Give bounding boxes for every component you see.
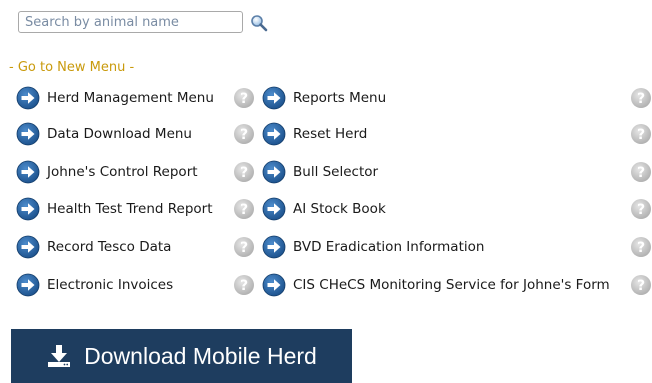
menu-link-label: AI Stock Book (293, 201, 386, 217)
help-question-icon[interactable] (233, 198, 255, 220)
arrow-right-circle-icon (262, 160, 286, 184)
help-question-icon[interactable] (630, 123, 652, 145)
menu-link-label: Reports Menu (293, 90, 387, 106)
help-question-icon[interactable] (630, 274, 652, 296)
arrow-right-circle-icon (16, 160, 40, 184)
arrow-right-circle-icon (262, 235, 286, 259)
menu-link-label: Electronic Invoices (47, 277, 174, 293)
menu-link-johnes-control[interactable]: Johne's Control Report (16, 160, 198, 184)
search-input[interactable] (18, 11, 243, 33)
menu-heading: - Go to New Menu - (9, 60, 135, 75)
help-question-icon[interactable] (630, 161, 652, 183)
arrow-right-circle-icon (262, 273, 286, 297)
menu-link-health-test-trend[interactable]: Health Test Trend Report (16, 197, 213, 221)
arrow-right-circle-icon (16, 273, 40, 297)
menu-link-data-download[interactable]: Data Download Menu (16, 122, 192, 146)
help-question-icon[interactable] (233, 123, 255, 145)
arrow-right-circle-icon (16, 122, 40, 146)
menu-link-label: CIS CHeCS Monitoring Service for Johne's… (293, 277, 610, 293)
help-question-icon[interactable] (233, 274, 255, 296)
download-icon (48, 345, 71, 367)
help-question-icon[interactable] (233, 87, 255, 109)
menu-link-electronic-invoices[interactable]: Electronic Invoices (16, 273, 173, 297)
menu-link-bvd-eradication[interactable]: BVD Eradication Information (262, 235, 484, 259)
menu-link-label: Herd Management Menu (47, 90, 214, 106)
menu-link-label: Reset Herd (293, 126, 368, 142)
menu-link-record-tesco[interactable]: Record Tesco Data (16, 235, 171, 259)
search-icon[interactable] (250, 14, 268, 32)
menu-link-reports[interactable]: Reports Menu (262, 86, 386, 110)
help-question-icon[interactable] (630, 87, 652, 109)
arrow-right-circle-icon (16, 197, 40, 221)
menu-link-label: Health Test Trend Report (47, 201, 213, 217)
download-mobile-herd-button[interactable]: Download Mobile Herd (11, 329, 352, 383)
menu-link-label: BVD Eradication Information (293, 239, 485, 255)
menu-link-reset-herd[interactable]: Reset Herd (262, 122, 367, 146)
menu-link-label: Bull Selector (293, 164, 379, 180)
help-question-icon[interactable] (233, 161, 255, 183)
help-question-icon[interactable] (233, 236, 255, 258)
arrow-right-circle-icon (262, 197, 286, 221)
help-question-icon[interactable] (630, 198, 652, 220)
arrow-right-circle-icon (16, 86, 40, 110)
menu-link-label: Record Tesco Data (47, 239, 172, 255)
menu-link-ai-stock-book[interactable]: AI Stock Book (262, 197, 386, 221)
arrow-right-circle-icon (262, 86, 286, 110)
menu-link-cis-checs-form[interactable]: CIS CHeCS Monitoring Service for Johne's… (262, 273, 610, 297)
menu-link-label: Data Download Menu (47, 126, 192, 142)
menu-link-label: Johne's Control Report (47, 164, 198, 180)
download-button-label: Download Mobile Herd (84, 342, 317, 369)
menu-link-bull-selector[interactable]: Bull Selector (262, 160, 378, 184)
arrow-right-circle-icon (262, 122, 286, 146)
help-question-icon[interactable] (630, 236, 652, 258)
menu-link-herd-management[interactable]: Herd Management Menu (16, 86, 214, 110)
arrow-right-circle-icon (16, 235, 40, 259)
